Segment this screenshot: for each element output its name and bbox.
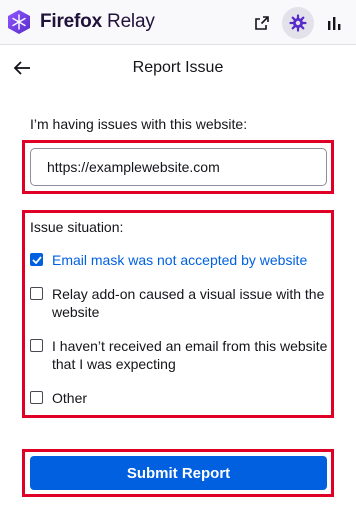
brand-name: Firefox Relay (40, 11, 155, 32)
gear-icon (289, 14, 307, 32)
website-prompt-label: I’m having issues with this website: (30, 116, 248, 132)
issue-option-visual-issue[interactable]: Relay add-on caused a visual issue with … (30, 285, 328, 321)
relay-logo-icon (8, 10, 30, 34)
website-url-input[interactable] (30, 148, 327, 186)
app-header: Firefox Relay (0, 0, 356, 45)
page-title: Report Issue (132, 59, 224, 76)
checkbox[interactable] (30, 253, 43, 266)
settings-button[interactable] (282, 7, 314, 39)
submit-report-button[interactable]: Submit Report (30, 456, 327, 490)
checkbox[interactable] (30, 339, 43, 352)
checkmark-icon (31, 255, 42, 264)
checkbox[interactable] (30, 287, 43, 300)
page-nav: Report Issue (0, 45, 356, 91)
issue-option-mask-not-accepted[interactable]: Email mask was not accepted by website (30, 251, 328, 269)
issue-situation-heading: Issue situation: (30, 219, 124, 235)
open-dashboard-button[interactable] (246, 7, 278, 39)
option-label: Email mask was not accepted by website (52, 252, 308, 268)
checkbox[interactable] (30, 391, 43, 404)
open-external-icon (255, 16, 269, 30)
issue-option-email-not-received[interactable]: I haven’t received an email from this we… (30, 337, 328, 373)
option-label: Other (52, 390, 88, 406)
stats-button[interactable] (318, 7, 350, 39)
issue-option-other[interactable]: Other (30, 389, 328, 407)
option-label: I haven’t received an email from this we… (52, 338, 328, 372)
option-label: Relay add-on caused a visual issue with … (52, 286, 325, 320)
bar-chart-icon (328, 17, 341, 30)
